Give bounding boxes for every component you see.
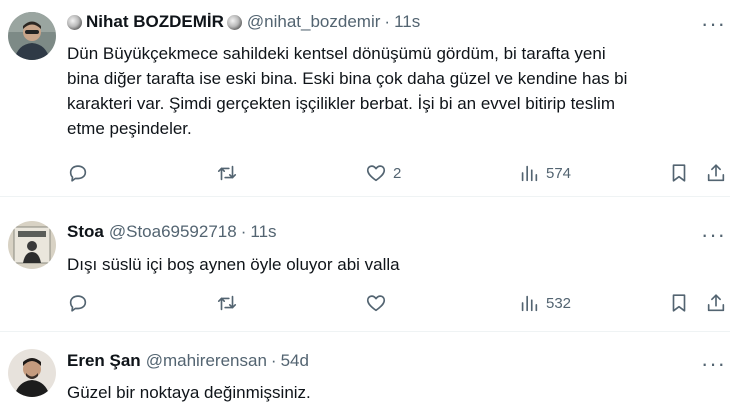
- bookmark-button[interactable]: [668, 162, 690, 184]
- username-handle[interactable]: @mahirerensan: [146, 350, 267, 372]
- text-line: etme peşindeler.: [67, 119, 192, 138]
- more-icon[interactable]: ···: [701, 224, 726, 246]
- tweet-text: Güzel bir noktaya değinmişsiniz.: [67, 380, 707, 405]
- text-line: bina diğer tarafta ise eski bina. Eski b…: [67, 69, 628, 88]
- tweet-header: Stoa @Stoa69592718 · 11s: [67, 221, 277, 243]
- tweet-header: Eren Şan @mahirerensan · 54d: [67, 350, 309, 372]
- like-button[interactable]: 2: [365, 162, 401, 184]
- bookmark-icon: [672, 164, 686, 182]
- separator-dot: ·: [384, 12, 391, 31]
- more-icon[interactable]: ···: [701, 13, 726, 35]
- text-line: karakteri var. Şimdi gerçekten işçilikle…: [67, 94, 615, 113]
- avatar[interactable]: [8, 12, 56, 60]
- share-button[interactable]: [705, 292, 727, 314]
- view-count: 574: [546, 164, 572, 182]
- like-icon: [366, 295, 386, 312]
- tweet-1[interactable]: Nihat BOZDEMİR @nihat_bozdemir · 11s ···…: [0, 0, 730, 196]
- retweet-icon: [217, 165, 237, 181]
- action-bar: 532: [67, 292, 727, 316]
- retweet-button[interactable]: [216, 292, 238, 314]
- tweet-text: Dün Büyükçekmece sahildeki kentsel dönüş…: [67, 41, 707, 141]
- share-icon: [707, 294, 725, 312]
- display-name[interactable]: Eren Şan: [67, 350, 141, 372]
- timestamp[interactable]: 54d: [281, 350, 309, 372]
- text-line: Güzel bir noktaya değinmişsiniz.: [67, 383, 311, 402]
- bookmark-icon: [672, 294, 686, 312]
- moon-emoji-icon: [67, 14, 82, 30]
- view-count: 532: [546, 294, 572, 312]
- moon-emoji-icon: [226, 14, 242, 30]
- display-name[interactable]: Stoa: [67, 221, 104, 243]
- share-button[interactable]: [705, 162, 727, 184]
- reply-button[interactable]: [67, 292, 89, 314]
- more-icon[interactable]: ···: [701, 353, 726, 375]
- share-icon: [707, 164, 725, 182]
- timestamp[interactable]: 11s: [394, 11, 420, 33]
- reply-button[interactable]: [67, 162, 89, 184]
- views-button[interactable]: 574: [518, 162, 571, 184]
- like-icon: [366, 165, 386, 182]
- username-handle[interactable]: @Stoa69592718: [109, 221, 237, 243]
- timestamp[interactable]: 11s: [250, 221, 276, 243]
- avatar[interactable]: [8, 221, 56, 269]
- action-bar: 2 574: [67, 162, 727, 186]
- text-line: Dışı süslü içi boş aynen öyle oluyor abi…: [67, 255, 400, 274]
- like-count: 2: [393, 164, 402, 182]
- bookmark-button[interactable]: [668, 292, 690, 314]
- tweet-2[interactable]: Stoa @Stoa69592718 · 11s ··· Dışı süslü …: [0, 197, 730, 330]
- separator-dot: ·: [240, 222, 247, 241]
- username-handle[interactable]: @nihat_bozdemir: [247, 11, 381, 33]
- retweet-button[interactable]: [216, 162, 238, 184]
- views-icon: [521, 295, 538, 312]
- retweet-icon: [217, 295, 237, 311]
- views-button[interactable]: 532: [518, 292, 571, 314]
- tweet-3[interactable]: Eren Şan @mahirerensan · 54d ··· Güzel b…: [0, 332, 730, 420]
- views-icon: [521, 165, 538, 182]
- text-line: Dün Büyükçekmece sahildeki kentsel dönüş…: [67, 44, 606, 63]
- reply-icon: [69, 295, 87, 312]
- separator-dot: ·: [270, 351, 277, 370]
- tweet-text: Dışı süslü içi boş aynen öyle oluyor abi…: [67, 252, 707, 277]
- like-button[interactable]: [365, 292, 387, 314]
- display-name[interactable]: Nihat BOZDEMİR: [86, 11, 224, 33]
- reply-icon: [69, 165, 87, 182]
- avatar[interactable]: [8, 349, 56, 397]
- tweet-header: Nihat BOZDEMİR @nihat_bozdemir · 11s: [67, 11, 420, 33]
